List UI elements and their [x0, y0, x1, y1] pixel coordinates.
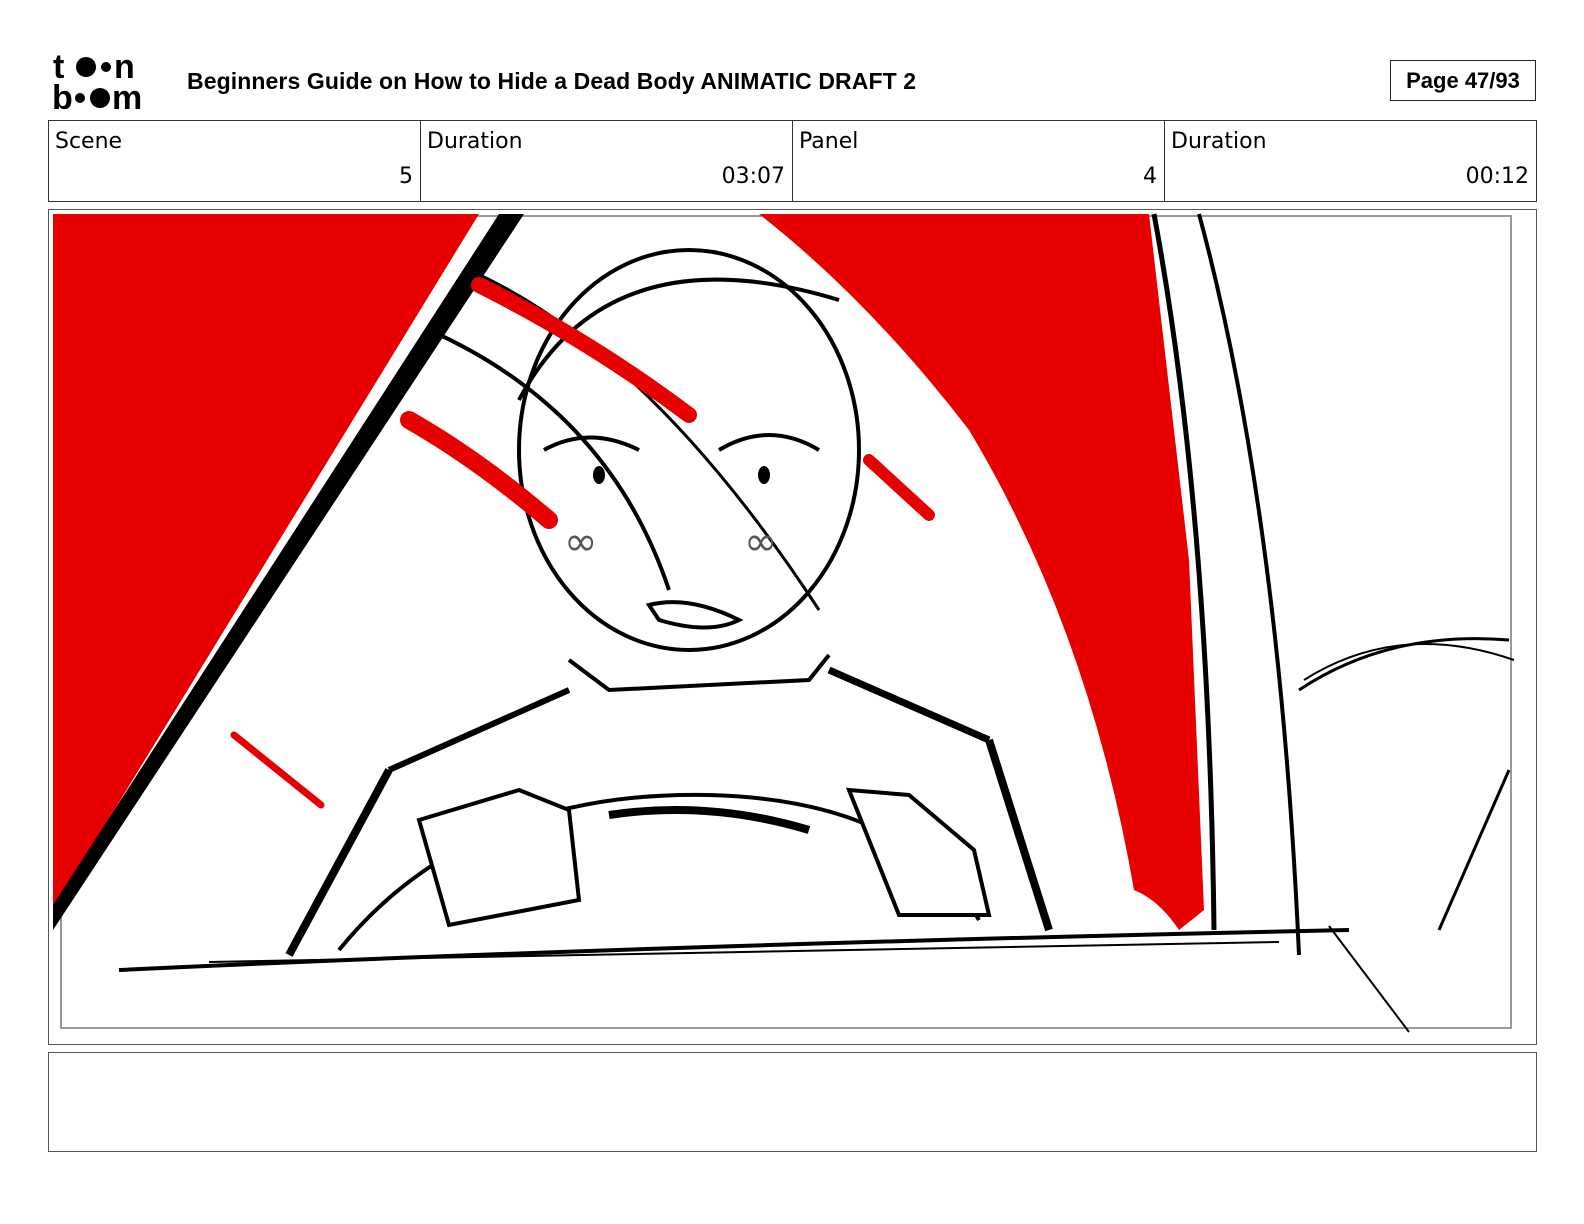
- scene-label: Scene: [55, 129, 123, 154]
- panel-duration-value: 00:12: [1465, 164, 1529, 189]
- scene-duration-cell: Duration 03:07: [421, 121, 793, 201]
- panel-duration-cell: Duration 00:12: [1165, 121, 1536, 201]
- panel-label: Panel: [799, 129, 859, 154]
- svg-text:∞: ∞: [564, 519, 597, 565]
- panel-value: 4: [1143, 164, 1157, 189]
- scene-cell: Scene 5: [49, 121, 421, 201]
- scene-duration-value: 03:07: [721, 164, 785, 189]
- panel-cell: Panel 4: [793, 121, 1165, 201]
- scene-duration-label: Duration: [427, 129, 523, 154]
- svg-text:m: m: [112, 79, 142, 114]
- page-indicator: Page 47/93: [1390, 60, 1536, 101]
- panel-notes: [48, 1052, 1537, 1152]
- scene-value: 5: [399, 164, 413, 189]
- svg-text:b: b: [52, 79, 73, 114]
- scene-info-table: Scene 5 Duration 03:07 Panel 4 Duration …: [48, 120, 1537, 202]
- document-title: Beginners Guide on How to Hide a Dead Bo…: [187, 68, 917, 94]
- storyboard-panel: ∞ ∞: [48, 209, 1537, 1045]
- storyboard-sketch-icon: ∞ ∞: [53, 213, 1515, 1033]
- panel-duration-label: Duration: [1171, 129, 1267, 154]
- svg-text:∞: ∞: [744, 519, 777, 565]
- toonboom-logo: t n b m: [50, 48, 166, 117]
